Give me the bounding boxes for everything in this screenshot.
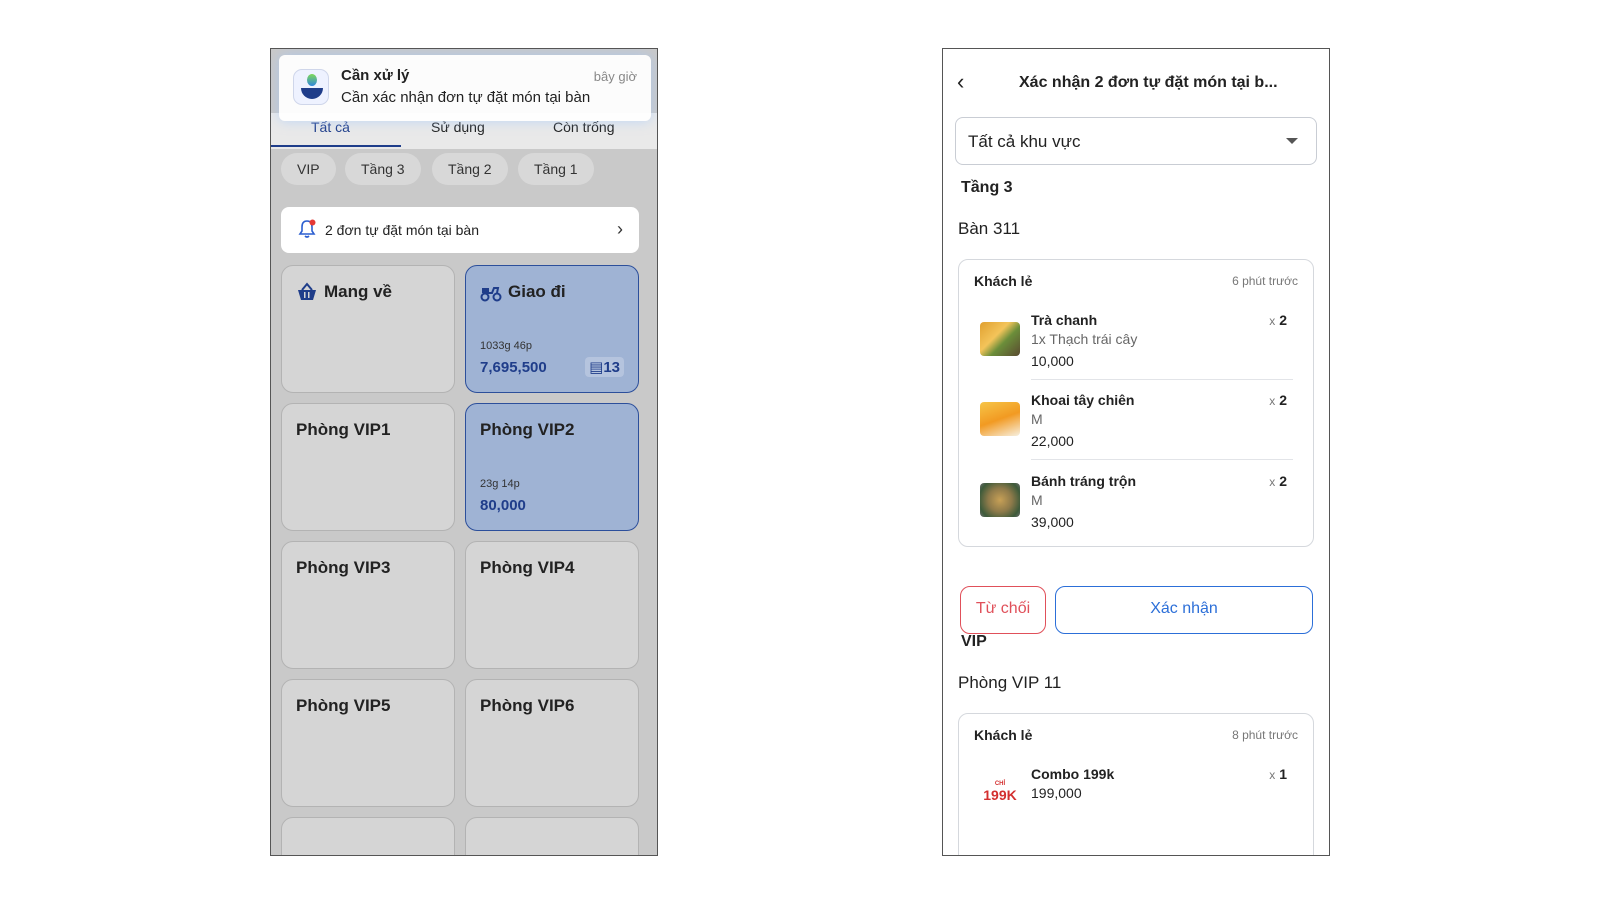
card-amount: 80,000 (480, 497, 526, 514)
page-title: Xác nhận 2 đơn tự đặt món tại b... (1019, 74, 1278, 91)
item-quantity: x2 (1269, 312, 1287, 328)
item-option: M (1031, 411, 1043, 427)
card-title: Mang về (324, 282, 393, 301)
item-quantity: x2 (1269, 473, 1287, 489)
basket-icon (298, 282, 316, 300)
card-vip3[interactable]: Phòng VIP3 (281, 541, 455, 669)
tab-all[interactable]: Tất cả (311, 119, 350, 135)
item-name: Bánh tráng trộn (1031, 473, 1136, 489)
table-name: Bàn 311 (958, 219, 1021, 238)
notification-title: Cần xử lý (341, 67, 410, 84)
order-count-badge: ▤13 (585, 357, 624, 377)
order-item: Bánh tráng trộn M 39,000 x2 (974, 473, 1299, 557)
card-amount: 7,695,500 (480, 359, 547, 376)
card-duration: 23g 14p (480, 478, 520, 490)
chip-floor-1[interactable]: Tầng 1 (518, 153, 594, 185)
item-price: 22,000 (1031, 433, 1074, 449)
item-price: 39,000 (1031, 514, 1074, 530)
confirm-button[interactable]: Xác nhận (1055, 586, 1313, 634)
active-tab-indicator (271, 145, 401, 147)
table-list-screen: Tất cả Sử dụng Còn trống Cần xử lý bây g… (270, 48, 658, 856)
divider (1031, 459, 1293, 460)
card-title: Phòng VIP3 (296, 558, 391, 577)
self-order-banner-label: 2 đơn tự đặt món tại bàn (325, 222, 479, 238)
item-quantity: x1 (1269, 766, 1287, 782)
divider (1031, 379, 1293, 380)
card-partial[interactable] (281, 817, 455, 855)
scooter-icon (480, 287, 502, 302)
card-partial[interactable] (465, 817, 639, 855)
item-name: Combo 199k (1031, 766, 1115, 782)
card-vip4[interactable]: Phòng VIP4 (465, 541, 639, 669)
card-vip2[interactable]: Phòng VIP2 23g 14p 80,000 (465, 403, 639, 531)
card-vip5[interactable]: Phòng VIP5 (281, 679, 455, 807)
item-name: Trà chanh (1031, 312, 1098, 328)
order-item: Khoai tây chiên M 22,000 x2 (974, 392, 1299, 476)
item-image (980, 483, 1020, 517)
order-item: Trà chanh 1x Thạch trái cây 10,000 x2 (974, 312, 1299, 396)
reject-button[interactable]: Từ chối (960, 586, 1046, 634)
item-option: 1x Thạch trái cây (1031, 331, 1138, 347)
tab-in-use[interactable]: Sử dụng (431, 119, 485, 135)
notification-body: Cần xác nhận đơn tự đặt món tại bàn (341, 89, 591, 106)
card-duration: 1033g 46p (480, 340, 532, 352)
card-takeaway[interactable]: Mang về (281, 265, 455, 393)
item-quantity: x2 (1269, 392, 1287, 408)
order-item: CHỈ 199K Combo 199k 199,000 x1 (974, 766, 1299, 850)
item-price: 199,000 (1031, 785, 1082, 801)
order-count: 13 (603, 359, 620, 376)
card-title: Phòng VIP1 (296, 420, 391, 439)
card-delivery[interactable]: Giao đi 1033g 46p 7,695,500 ▤13 (465, 265, 639, 393)
combo-199k-logo: CHỈ 199K (980, 776, 1020, 810)
area-select[interactable]: Tất cả khu vực (955, 117, 1317, 165)
back-arrow-icon[interactable]: ‹ (957, 69, 964, 95)
order-card: Khách lẻ 6 phút trước Trà chanh 1x Thạch… (958, 259, 1314, 547)
item-price: 10,000 (1031, 353, 1074, 369)
customer-name: Khách lẻ (974, 727, 1033, 743)
item-image (980, 322, 1020, 356)
card-vip6[interactable]: Phòng VIP6 (465, 679, 639, 807)
card-title: Phòng VIP2 (480, 420, 575, 439)
area-select-value: Tất cả khu vực (968, 132, 1081, 151)
item-image (980, 402, 1020, 436)
bell-icon (298, 219, 316, 238)
chip-floor-2[interactable]: Tầng 2 (432, 153, 508, 185)
card-title: Phòng VIP5 (296, 696, 391, 715)
notification-time: bây giờ (593, 69, 637, 84)
item-name: Khoai tây chiên (1031, 392, 1135, 408)
order-card: Khách lẻ 8 phút trước CHỈ 199K Combo 199… (958, 713, 1314, 855)
order-time: 6 phút trước (1232, 274, 1298, 288)
chip-vip[interactable]: VIP (281, 153, 336, 185)
self-order-banner[interactable]: 2 đơn tự đặt món tại bàn › (281, 207, 639, 253)
card-title: Phòng VIP4 (480, 558, 575, 577)
tab-available[interactable]: Còn trống (553, 119, 614, 135)
customer-name: Khách lẻ (974, 273, 1033, 289)
chip-floor-3[interactable]: Tầng 3 (345, 153, 421, 185)
caret-down-icon (1286, 138, 1298, 144)
chevron-right-icon: › (617, 219, 623, 239)
order-time: 8 phút trước (1232, 728, 1298, 742)
item-option: M (1031, 492, 1043, 508)
card-title: Phòng VIP6 (480, 696, 575, 715)
area-heading: Tầng 3 (961, 179, 1013, 196)
push-notification[interactable]: Cần xử lý bây giờ Cần xác nhận đơn tự đặ… (279, 55, 651, 121)
app-logo-icon (293, 69, 329, 105)
table-name: Phòng VIP 11 (958, 673, 1062, 692)
confirm-orders-screen: ‹ Xác nhận 2 đơn tự đặt món tại b... Tất… (942, 48, 1330, 856)
area-heading: VIP (961, 633, 987, 650)
card-title: Giao đi (508, 282, 566, 301)
card-vip1[interactable]: Phòng VIP1 (281, 403, 455, 531)
